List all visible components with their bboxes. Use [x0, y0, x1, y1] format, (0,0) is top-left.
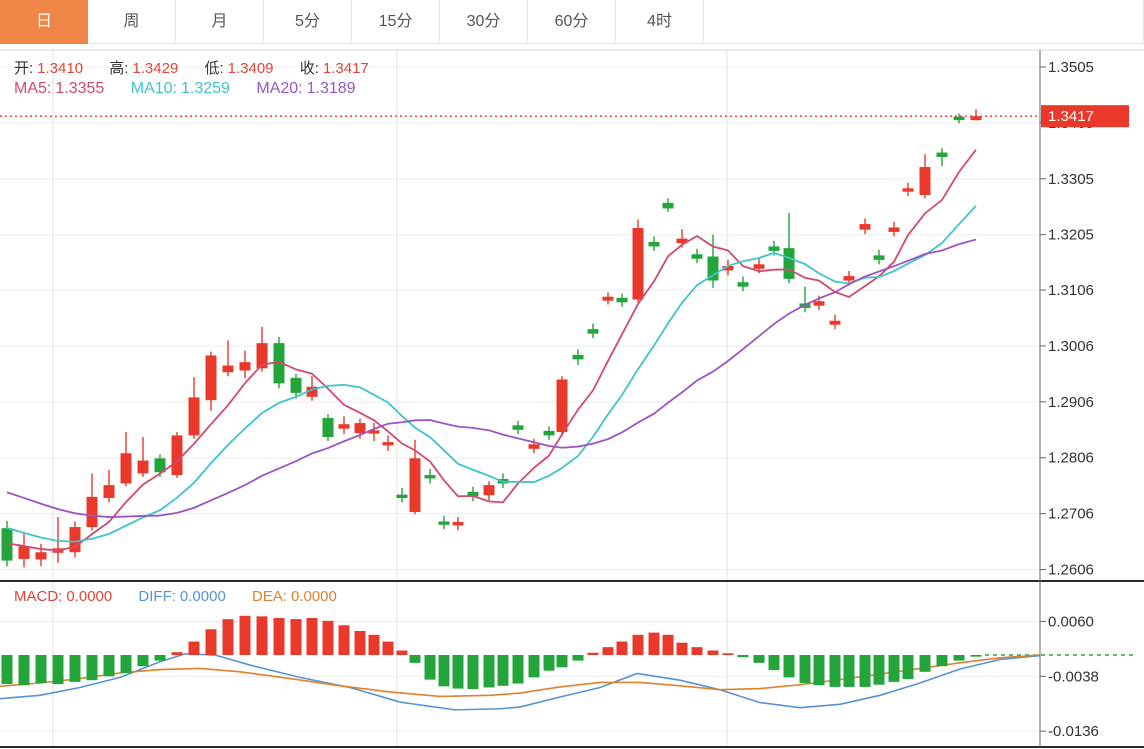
candles-layer	[2, 109, 982, 567]
kline-chart-app: 日 周 月 5分 15分 30分 60分 4时 1.35051.34051.33…	[0, 0, 1144, 749]
current-price-tag: 1.3417	[1048, 108, 1094, 125]
tab-4hour[interactable]: 4时	[616, 0, 704, 44]
svg-text:1.2706: 1.2706	[1048, 506, 1094, 523]
tab-60min[interactable]: 60分	[528, 0, 616, 44]
svg-text:1.3205: 1.3205	[1048, 227, 1094, 244]
tab-week[interactable]: 周	[88, 0, 176, 44]
macd-panel-layer	[0, 616, 1135, 710]
svg-text:-0.0038: -0.0038	[1048, 668, 1099, 685]
timeframe-tabbar: 日 周 月 5分 15分 30分 60分 4时	[0, 0, 1144, 44]
tabbar-filler	[704, 0, 1144, 43]
tab-15min[interactable]: 15分	[352, 0, 440, 44]
svg-text:1.3006: 1.3006	[1048, 338, 1094, 355]
svg-text:1.2906: 1.2906	[1048, 394, 1094, 411]
svg-text:1.3505: 1.3505	[1048, 59, 1094, 76]
svg-text:1.3305: 1.3305	[1048, 171, 1094, 188]
price-axis-layer: 1.35051.34051.33051.32051.31061.30061.29…	[1040, 50, 1099, 747]
tab-month[interactable]: 月	[176, 0, 264, 44]
svg-text:1.2606: 1.2606	[1048, 562, 1094, 579]
svg-text:-0.0136: -0.0136	[1048, 723, 1099, 740]
tab-day[interactable]: 日	[0, 0, 88, 44]
svg-text:0.0060: 0.0060	[1048, 613, 1094, 630]
chart-canvas[interactable]: 1.35051.34051.33051.32051.31061.30061.29…	[0, 44, 1144, 749]
tab-5min[interactable]: 5分	[264, 0, 352, 44]
svg-text:1.3106: 1.3106	[1048, 282, 1094, 299]
svg-text:1.2806: 1.2806	[1048, 450, 1094, 467]
tab-30min[interactable]: 30分	[440, 0, 528, 44]
chart-area[interactable]: 1.35051.34051.33051.32051.31061.30061.29…	[0, 44, 1144, 749]
